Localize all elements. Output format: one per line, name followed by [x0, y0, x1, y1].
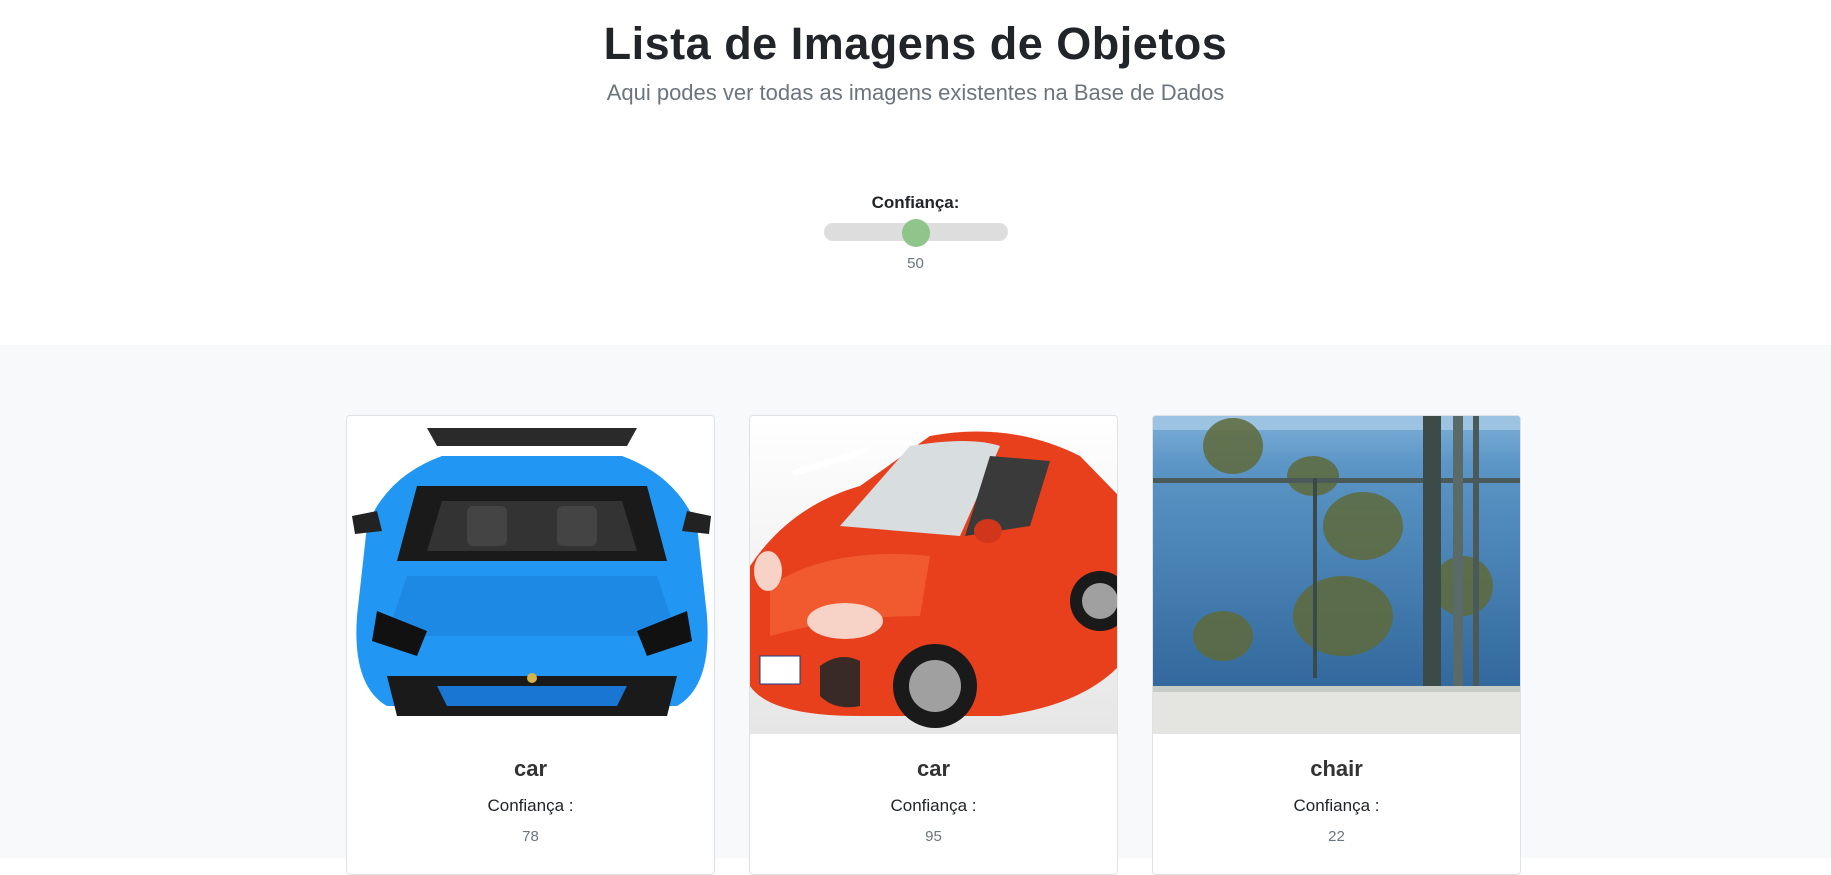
card-confidence-value: 22: [1328, 828, 1345, 845]
confidence-slider[interactable]: [823, 219, 1008, 247]
card-confidence-value: 78: [522, 828, 539, 845]
object-card: car Confiança : 78: [346, 415, 715, 875]
card-confidence-label: Confiança :: [1293, 796, 1380, 815]
card-confidence-value: 95: [925, 828, 942, 845]
car-image: [750, 416, 1117, 734]
confidence-value: 50: [907, 255, 924, 272]
card-body: chair Confiança : 22: [1153, 734, 1520, 845]
object-card: chair Confiança : 22: [1152, 415, 1521, 875]
card-confidence-label: Confiança :: [487, 796, 574, 815]
card-title: chair: [1310, 756, 1363, 781]
card-body: car Confiança : 95: [750, 734, 1117, 845]
chair-image: [1153, 416, 1520, 734]
image-gallery: car Confiança : 78 car Confiança: 95 ch…: [0, 345, 1831, 875]
card-title: car: [513, 756, 548, 781]
confidence-filter: Confiança: 50: [0, 193, 1831, 272]
object-card: car Confiança : 95: [749, 415, 1118, 875]
card-body: car Confiança : 78: [347, 734, 714, 845]
header: Lista de Imagens de Objetos Aqui podes v…: [0, 0, 1831, 345]
car-image: [347, 416, 714, 734]
confidence-label: Confiança:: [871, 193, 960, 212]
card-confidence-label: Confiança :: [890, 796, 977, 815]
confidence-slider-thumb[interactable]: [901, 219, 930, 247]
page-subtitle: Aqui podes ver todas as imagens existent…: [606, 80, 1225, 105]
card-title: car: [916, 756, 951, 781]
card-row: car Confiança : 78 car Confiança: 95 ch…: [346, 415, 1521, 875]
page-title: Lista de Imagens de Objetos: [603, 18, 1228, 69]
